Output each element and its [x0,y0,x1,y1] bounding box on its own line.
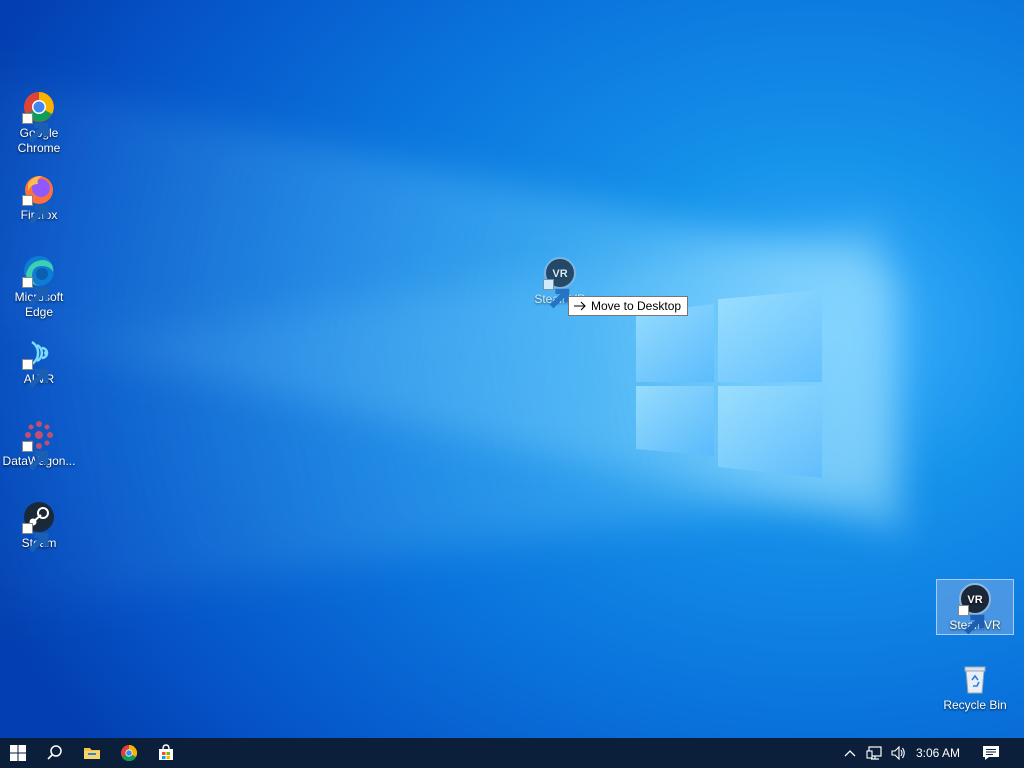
store-button[interactable] [148,738,184,768]
chrome-icon [121,744,138,762]
desktop-icon-microsoft-edge[interactable]: Microsoft Edge [1,254,77,320]
taskbar-clock[interactable]: 3:06 AM [916,738,960,768]
volume-icon [891,745,905,761]
store-icon [159,744,173,760]
shortcut-arrow-icon [22,359,49,389]
network-icon [866,746,882,760]
desktop-icon-label: Recycle Bin [943,698,1007,712]
edge-icon [22,254,56,307]
file-explorer-icon [84,748,100,759]
datawagon-icon [22,418,56,471]
desktop-icon-steam[interactable]: Steam [1,500,77,553]
shortcut-arrow-icon [958,605,985,635]
taskbar: 3:06 AM [0,738,1024,768]
volume-button[interactable] [888,738,908,768]
shortcut-arrow-icon [22,441,49,471]
drag-tooltip-text: Move to Desktop [591,299,682,313]
svg-text:VR: VR [552,268,567,280]
desktop-icon-google-chrome[interactable]: Google Chrome [1,90,77,156]
steam-icon [22,500,56,553]
shortcut-arrow-icon [22,195,49,225]
desktop-icon-firefox[interactable]: Firefox [1,172,77,225]
chrome-taskbar-button[interactable] [111,738,147,768]
shortcut-arrow-icon [22,523,49,553]
start-button[interactable] [0,738,36,768]
steamvr-icon: VR [958,582,992,635]
arrow-right-icon [574,301,586,311]
desktop-icon-datawagon[interactable]: DataWagon... [1,418,77,471]
network-button[interactable] [864,738,884,768]
recycle-bin-icon [958,662,992,696]
desktop-icon-recycle-bin[interactable]: Recycle Bin [937,662,1013,713]
shortcut-arrow-icon [22,277,49,307]
drag-tooltip: Move to Desktop [568,296,689,316]
firefox-icon [22,172,56,225]
chrome-icon [22,90,56,143]
file-explorer-button[interactable] [74,738,110,768]
svg-text:VR: VR [967,594,982,606]
steamvr-icon: VR [543,256,577,309]
desktop-icon-steamvr[interactable]: VR SteamVR [936,579,1014,635]
start-icon [10,745,26,761]
alvr-icon [22,336,56,389]
show-hidden-icons-button[interactable] [840,738,860,768]
windows-logo-wallpaper [636,290,822,480]
chevron-up-icon [844,750,856,757]
shortcut-arrow-icon [543,279,570,309]
action-center-button[interactable] [980,738,1002,768]
desktop[interactable]: Google Chrome Firefox Microsoft Edge ALV… [0,0,1024,738]
search-button[interactable] [37,738,73,768]
desktop-icon-alvr[interactable]: ALVR [1,336,77,389]
notifications-icon [983,746,999,760]
search-icon [47,745,62,760]
shortcut-arrow-icon [22,113,49,143]
